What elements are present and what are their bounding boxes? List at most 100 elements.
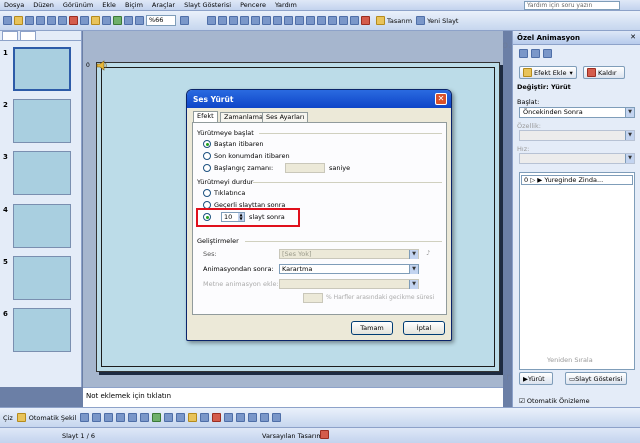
font-icon[interactable]: [207, 16, 216, 25]
slide-thumbnail[interactable]: [13, 151, 71, 195]
animation-item[interactable]: 0 ▷ ▶ Yureginde Zinda...: [521, 175, 633, 185]
play-button[interactable]: ▶ Yürüt: [519, 372, 553, 385]
oval-icon[interactable]: [116, 413, 126, 422]
indent-icon[interactable]: [339, 16, 348, 25]
shadow-style-icon[interactable]: [260, 413, 270, 422]
open-icon[interactable]: [14, 16, 23, 25]
speed-select[interactable]: ▼: [519, 153, 635, 164]
start-at-time-radio[interactable]: [203, 164, 211, 172]
select-icon[interactable]: [16, 413, 26, 422]
slide-thumb-row[interactable]: 1: [0, 47, 82, 91]
clipart-icon[interactable]: [164, 413, 174, 422]
after-animation-select[interactable]: Karartma ▼: [279, 264, 419, 274]
numbering-icon[interactable]: [295, 16, 304, 25]
forward-icon[interactable]: [531, 49, 540, 58]
menu-window[interactable]: Pencere: [240, 1, 266, 9]
line-color-icon[interactable]: [200, 413, 210, 422]
menu-format[interactable]: Biçim: [125, 1, 143, 9]
start-from-beginning-radio[interactable]: [203, 140, 211, 148]
grid-icon[interactable]: [135, 16, 144, 25]
arrow-style-icon[interactable]: [248, 413, 258, 422]
back-icon[interactable]: [519, 49, 528, 58]
menu-file[interactable]: Dosya: [4, 1, 24, 9]
diagram-icon[interactable]: [152, 413, 162, 422]
align-center-icon[interactable]: [273, 16, 282, 25]
sound-volume-icon[interactable]: ♪: [426, 249, 430, 257]
speaker-icon[interactable]: [96, 60, 108, 71]
tab-slides[interactable]: [20, 31, 36, 40]
zoom-select[interactable]: %66: [146, 15, 176, 26]
add-effect-button[interactable]: Efekt Ekle ▾: [519, 66, 577, 79]
outdent-icon[interactable]: [350, 16, 359, 25]
slide-thumbnail[interactable]: [13, 47, 71, 91]
picture-icon[interactable]: [176, 413, 186, 422]
tab-sound-settings[interactable]: Ses Ayarları: [262, 112, 309, 122]
home-icon[interactable]: [543, 49, 552, 58]
slide-thumb-row[interactable]: 2: [0, 99, 82, 143]
help-icon[interactable]: [180, 16, 189, 25]
design-button[interactable]: Tasarım: [376, 16, 412, 25]
italic-icon[interactable]: [229, 16, 238, 25]
remove-button[interactable]: Kaldır: [583, 66, 625, 79]
slide-thumb-row[interactable]: 4: [0, 204, 82, 248]
tab-timing[interactable]: Zamanlama: [220, 112, 267, 122]
line-style-icon[interactable]: [224, 413, 234, 422]
new-icon[interactable]: [3, 16, 12, 25]
slide-thumbnail[interactable]: [13, 204, 71, 248]
slide-thumbnail[interactable]: [13, 308, 71, 352]
slide-thumb-row[interactable]: 3: [0, 151, 82, 195]
autoshapes-menu[interactable]: Otomatik Şekil: [29, 414, 77, 422]
slide-thumbnail[interactable]: [13, 99, 71, 143]
sound-select[interactable]: [Ses Yok] ▼: [279, 249, 419, 259]
start-time-input[interactable]: [285, 163, 325, 173]
close-icon[interactable]: ✕: [630, 33, 636, 41]
slideshow-button[interactable]: ▭ Slayt Gösterisi: [565, 372, 627, 385]
preview-icon[interactable]: [47, 16, 56, 25]
chart-icon[interactable]: [113, 16, 122, 25]
letter-delay-input[interactable]: [303, 293, 323, 303]
shadow-icon[interactable]: [251, 16, 260, 25]
arrow-icon[interactable]: [92, 413, 102, 422]
ok-button[interactable]: Tamam: [351, 321, 393, 335]
font-color-icon[interactable]: [212, 413, 222, 422]
table-icon[interactable]: [124, 16, 133, 25]
line-icon[interactable]: [80, 413, 90, 422]
start-from-last-radio[interactable]: [203, 152, 211, 160]
wordart-icon[interactable]: [140, 413, 150, 422]
help-search-input[interactable]: Yardım için soru yazın: [524, 1, 620, 10]
menu-view[interactable]: Görünüm: [63, 1, 93, 9]
menu-edit[interactable]: Düzen: [33, 1, 54, 9]
notes-pane[interactable]: Not eklemek için tıklatın: [83, 387, 503, 407]
paste-icon[interactable]: [91, 16, 100, 25]
menu-tools[interactable]: Araçlar: [152, 1, 175, 9]
animate-text-select[interactable]: ▼: [279, 279, 419, 289]
slide-thumbnail[interactable]: [13, 256, 71, 300]
cancel-button[interactable]: İptal: [403, 321, 445, 335]
undo-icon[interactable]: [102, 16, 111, 25]
font-color-icon[interactable]: [361, 16, 370, 25]
menu-insert[interactable]: Ekle: [102, 1, 116, 9]
align-left-icon[interactable]: [262, 16, 271, 25]
bullets-icon[interactable]: [306, 16, 315, 25]
property-select[interactable]: ▼: [519, 130, 635, 141]
stop-on-click-radio[interactable]: [203, 189, 211, 197]
tab-outline[interactable]: [2, 31, 18, 40]
save-icon[interactable]: [25, 16, 34, 25]
start-select[interactable]: Öncekinden Sonra ▼: [519, 107, 635, 118]
dash-style-icon[interactable]: [236, 413, 246, 422]
copy-icon[interactable]: [80, 16, 89, 25]
slide-thumb-row[interactable]: 6: [0, 308, 82, 352]
bold-icon[interactable]: [218, 16, 227, 25]
autopreview-checkbox[interactable]: ☑ Otomatik Önizleme: [519, 397, 590, 405]
align-right-icon[interactable]: [284, 16, 293, 25]
menu-slideshow[interactable]: Slayt Gösterisi: [184, 1, 231, 9]
fill-color-icon[interactable]: [188, 413, 198, 422]
close-icon[interactable]: ✕: [435, 93, 447, 105]
menu-help[interactable]: Yardım: [275, 1, 297, 9]
spelling-icon[interactable]: [58, 16, 67, 25]
draw-menu[interactable]: Çiz: [3, 414, 13, 422]
font-grow-icon[interactable]: [317, 16, 326, 25]
font-shrink-icon[interactable]: [328, 16, 337, 25]
cut-icon[interactable]: [69, 16, 78, 25]
underline-icon[interactable]: [240, 16, 249, 25]
